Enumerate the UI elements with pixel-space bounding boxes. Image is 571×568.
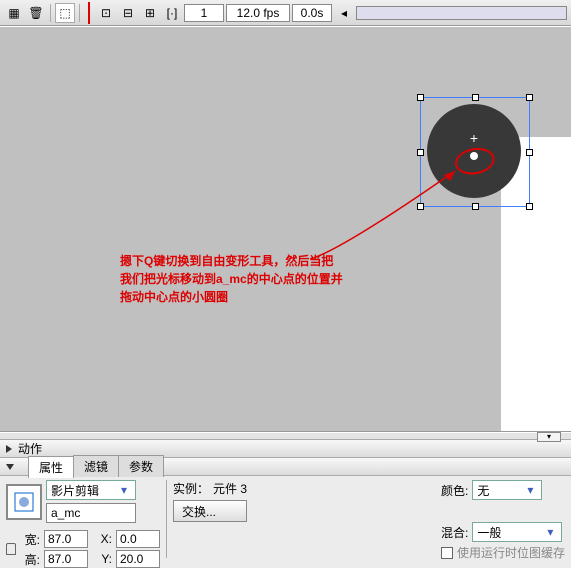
current-frame: 1 [184,4,224,22]
annotation-circle [453,145,497,178]
hint-line-3: 拖动中心点的小圆圈 [120,288,343,306]
onion-outline-icon[interactable]: ⊟ [118,3,138,23]
handle-e[interactable] [526,149,533,156]
properties-panel-header[interactable]: 属性 滤镜 参数 [0,458,571,476]
color-label: 颜色: [441,482,468,499]
lock-icon[interactable] [6,543,16,555]
frame-rate: 12.0 fps [226,4,290,22]
symbol-column: 影片剪辑▾ a_mc 宽:87.0X:0.0 高:87.0Y:20.0 [6,480,160,558]
layer-icon[interactable]: ▦ [4,3,24,23]
color-select[interactable]: 无▾ [472,480,542,500]
height-input[interactable]: 87.0 [44,550,88,568]
runtime-bitmap-label: 使用运行时位图缓存 [457,544,565,561]
panel-menu-icon[interactable]: ▾ [537,432,561,442]
color-column: 颜色:无▾ 混合:一般▾ 使用运行时位图缓存 [441,480,565,558]
collapse-icon[interactable] [6,464,14,470]
marker-icon[interactable]: [·] [162,3,182,23]
handle-w[interactable] [417,149,424,156]
y-input[interactable]: 20.0 [116,550,160,568]
instance-value: 元件 3 [213,480,247,497]
width-label: 宽: [20,531,40,548]
separator [50,4,51,22]
instance-name-input[interactable]: a_mc [46,503,136,523]
scroll-left-icon[interactable]: ◂ [334,3,354,23]
chevron-down-icon: ▾ [543,525,557,539]
color-value: 无 [477,482,489,499]
blend-select[interactable]: 一般 ▾ [472,522,562,542]
x-label: X: [92,532,112,546]
tab-properties[interactable]: 属性 [28,456,74,478]
divider [166,480,167,558]
hint-line-2: 我们把光标移动到a_mc的中心点的位置并 [120,270,343,288]
tab-filters[interactable]: 滤镜 [73,455,119,477]
x-input[interactable]: 0.0 [116,530,160,548]
height-label: 高: [20,551,40,568]
stage-zoom-button[interactable]: ⬚ [55,3,75,23]
symbol-preview-icon[interactable] [6,484,42,520]
width-input[interactable]: 87.0 [44,530,88,548]
instance-column: 实例：元件 3 交换... [173,480,247,558]
properties-panel: 影片剪辑▾ a_mc 宽:87.0X:0.0 高:87.0Y:20.0 实例：元… [0,476,571,562]
handle-se[interactable] [526,203,533,210]
edit-multi-icon[interactable]: ⊞ [140,3,160,23]
timeline-toolbar: ▦ 🗑 ⬚ ⊡ ⊟ ⊞ [·] 1 12.0 fps 0.0s ◂ [0,0,571,26]
onion-skin-icon[interactable]: ⊡ [96,3,116,23]
blend-label: 混合: [441,524,468,541]
handle-s[interactable] [472,203,479,210]
expand-icon[interactable] [6,445,12,453]
elapsed-time: 0.0s [292,4,332,22]
trash-icon[interactable]: 🗑 [26,3,46,23]
instance-label: 实例： [173,480,209,497]
actions-label: 动作 [18,440,42,457]
panel-divider[interactable]: ▾ [0,432,571,440]
a-mc-circle[interactable]: + [427,104,521,198]
properties-tabs: 属性 滤镜 参数 [20,457,565,477]
runtime-bitmap-checkbox[interactable] [441,547,453,559]
symbol-type-value: 影片剪辑 [51,482,99,499]
swap-button[interactable]: 交换... [173,500,247,522]
tab-params[interactable]: 参数 [118,455,164,477]
stage[interactable]: + 摁下Q键切换到自由变形工具，然后当把 我们把光标移动到a_mc的中心点的位置… [0,26,571,432]
timeline-scrollbar[interactable] [356,6,567,20]
blend-value: 一般 [477,524,501,541]
registration-icon: + [470,130,478,146]
chevron-down-icon: ▾ [523,483,537,497]
chevron-down-icon: ▾ [117,483,131,497]
hint-line-1: 摁下Q键切换到自由变形工具，然后当把 [120,252,343,270]
handle-sw[interactable] [417,203,424,210]
handle-nw[interactable] [417,94,424,101]
playhead-icon[interactable] [88,2,90,24]
transform-bounding-box[interactable]: + [420,97,530,207]
symbol-type-select[interactable]: 影片剪辑 ▾ [46,480,136,500]
annotation-hint: 摁下Q键切换到自由变形工具，然后当把 我们把光标移动到a_mc的中心点的位置并 … [120,252,343,306]
handle-n[interactable] [472,94,479,101]
separator [79,4,80,22]
handle-ne[interactable] [526,94,533,101]
